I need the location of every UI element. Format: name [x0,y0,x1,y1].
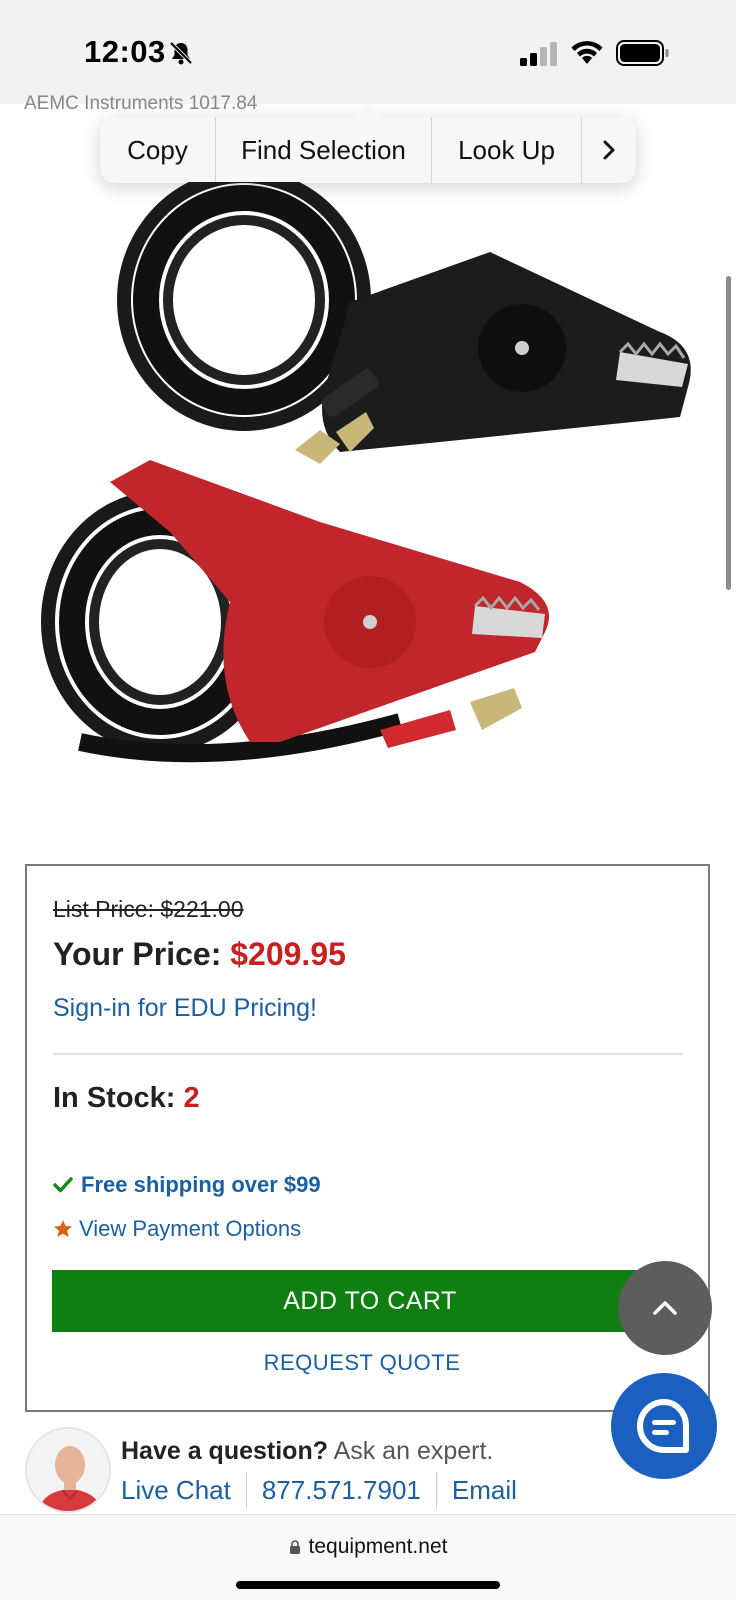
black-clamp [295,252,691,464]
page-scrollbar[interactable] [726,276,731,590]
payment-options-link[interactable]: View Payment Options [53,1216,301,1242]
stock-label: In Stock: [53,1082,176,1114]
url-display[interactable]: tequipment.net [0,1535,736,1559]
more-menu-button[interactable] [582,117,636,183]
chevron-up-icon [653,1301,677,1315]
red-clamp [110,460,550,748]
add-to-cart-button[interactable]: ADD TO CART [52,1270,688,1332]
question-strong: Have a question? [121,1437,328,1465]
free-shipping-text: Free shipping over $99 [81,1172,321,1197]
status-time: 12:03 [84,34,166,69]
bell-slash-icon [169,41,193,65]
copy-menu-item[interactable]: Copy [100,117,216,183]
breadcrumb-cut: AEMC Instruments 1017.84 [24,93,258,110]
stock-quantity: 2 [183,1082,200,1114]
separator [435,1472,437,1508]
home-indicator[interactable] [236,1581,500,1589]
separator [245,1472,247,1508]
request-quote-link[interactable]: REQUEST QUOTE [52,1350,672,1376]
checkmark-icon [53,1177,73,1193]
divider [53,1053,683,1055]
find-selection-menu-item[interactable]: Find Selection [216,117,432,183]
url-domain: tequipment.net [308,1535,448,1558]
cellular-signal-icon [520,42,557,66]
ask-expert-text: Have a question? Ask an expert. [121,1437,493,1466]
star-icon [54,1220,72,1237]
your-price: Your Price: $209.95 [53,936,346,973]
phone-link[interactable]: 877.571.7901 [262,1475,421,1506]
chat-button[interactable] [611,1373,717,1479]
stock-status: In Stock: 2 [53,1082,200,1115]
context-menu: Copy Find Selection Look Up [100,117,636,183]
expert-avatar [25,1427,111,1513]
live-chat-link[interactable]: Live Chat [121,1475,231,1506]
chevron-right-icon [603,140,615,160]
payment-options-text[interactable]: View Payment Options [79,1216,301,1242]
chat-bubble-icon [637,1399,689,1453]
contact-links: Live Chat 877.571.7901 Email [121,1472,517,1508]
edu-pricing-link[interactable]: Sign-in for EDU Pricing! [53,994,317,1023]
list-price: List Price: $221.00 [53,896,244,922]
wifi-icon [571,41,603,64]
product-image[interactable] [20,182,716,822]
price-panel: List Price: $221.00 Your Price: $209.95 … [25,864,710,1412]
question-light: Ask an expert. [328,1437,494,1465]
expert-photo [27,1429,109,1511]
your-price-value: $209.95 [230,936,346,972]
your-price-label: Your Price: [53,936,222,972]
browser-address-bar[interactable]: tequipment.net [0,1514,736,1600]
status-bar: 12:03 [0,0,736,104]
battery-icon [616,40,669,66]
email-link[interactable]: Email [452,1475,517,1506]
look-up-menu-item[interactable]: Look Up [432,117,582,183]
scroll-to-top-button[interactable] [618,1261,712,1355]
lock-icon [289,1540,300,1554]
free-shipping-note: Free shipping over $99 [53,1172,321,1198]
